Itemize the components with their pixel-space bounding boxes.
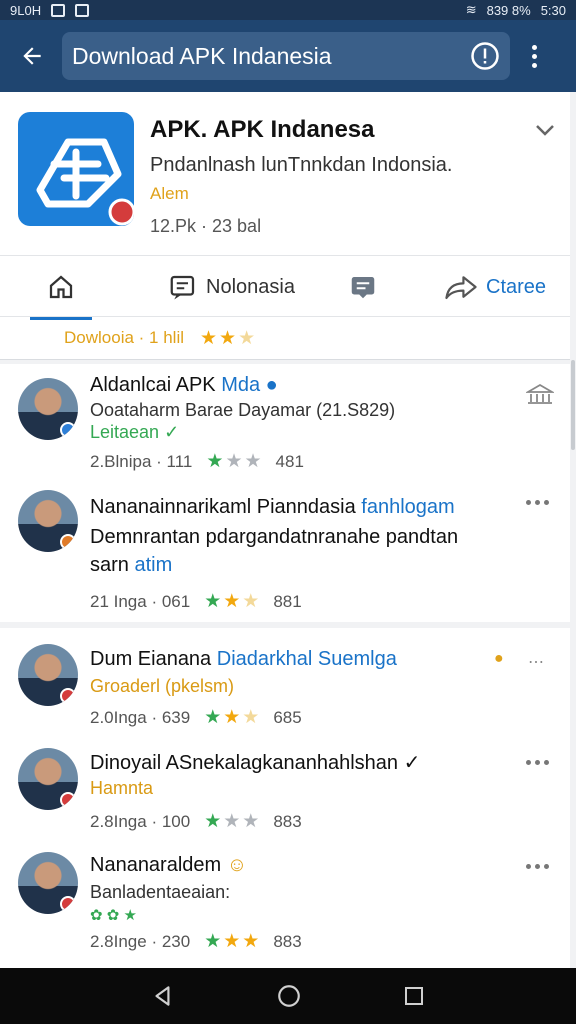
tab-share[interactable]: Ctaree [444,256,546,318]
notification-icon [51,3,66,17]
post-meta: 2.Blnipa · 111 ★ ★ ★ 481 [90,451,304,472]
app-bar: Download APK Indanesia [0,20,576,92]
verified-icon: ● [265,374,278,396]
post-title: Dum Eianana Diadarkhal Suemlga [90,648,397,670]
message-icon [351,277,375,299]
tab-label: Ctaree [486,275,547,298]
back-nav-icon[interactable] [150,983,176,1009]
app-tag: Alem [150,184,189,203]
avatar [18,748,78,810]
more-options-icon[interactable] [526,752,554,772]
info-icon[interactable] [470,41,500,71]
tab-messages[interactable] [348,256,378,318]
recents-nav-icon[interactable] [402,984,426,1008]
app-subtitle: Pndanlnash lunTnnkdan Indonsia. [150,154,453,176]
rating-stars: ★ ★ ★ [204,707,260,728]
news-icon [170,275,195,300]
avatar [18,378,78,440]
overflow-menu-icon[interactable] [518,36,550,76]
rating-stars: ★ ★ ★ [204,591,260,612]
more-options-icon[interactable] [526,856,554,876]
home-nav-icon[interactable] [276,983,302,1009]
badge-icon: ● [494,650,504,667]
post-tag: Leitaean ✓ [90,422,180,442]
status-bar: 9L0H ≋ 839 8% 5:30 [0,0,576,20]
rating-stars: ★ ★ ★ [200,327,256,349]
scrollbar[interactable] [571,360,575,450]
wifi-icon: ≋ [465,2,477,17]
battery-text: 839 8% [486,2,531,18]
status-left-text: 9L0H [10,2,42,18]
download-label: Dowlooia · 1 hlil [64,328,184,347]
more-options-icon[interactable]: ⋯ [528,652,544,672]
tab-nolonasia[interactable]: Nolonasia [168,256,295,318]
app-meta: 12.Pk · 23 bal [150,216,262,236]
tab-label: Nolonasia [206,275,295,298]
post-list-card: Aldanlcai APK Mda ● Ooataharm Barae Daya… [0,364,570,622]
more-options-icon[interactable] [526,492,554,512]
post-title: Dinoyail ASnekalagkananhahlshan ✓ [90,752,421,774]
app-notification-icon [75,3,90,17]
back-arrow-icon[interactable] [14,38,50,74]
url-text: Download APK Indanesia [72,42,332,69]
post-line: sarn atim [90,554,173,576]
avatar [18,644,78,706]
post-line: Ooataharm Barae Dayamar (21.S829) [90,400,396,420]
apk-logo-icon [18,112,134,226]
search-url-field[interactable]: Download APK Indanesia [62,32,510,80]
post-list-card: Dum Eianana Diadarkhal Suemlga Groaderl … [0,628,570,968]
home-icon [49,275,73,299]
tab-bar: Nolonasia Ctaree [0,255,570,320]
rating-stars: ★ ★ ★ [204,811,260,832]
bank-icon[interactable] [526,382,554,406]
rating-stars: ★ ★ ★ [204,931,260,952]
rating-strip: Dowlooia · 1 hlil ★ ★ ★ [0,318,570,358]
post-line: Hamnta [90,778,154,798]
emoji-icon: ☺ [226,854,248,876]
chevron-down-icon[interactable] [533,120,557,140]
post-meta: 2.8Inga · 100 ★ ★ ★ 883 [90,811,302,832]
system-nav-bar [0,968,576,1024]
app-info-card: APK. APK Indanesa Pndanlnash lunTnnkdan … [0,92,570,360]
post-line: Groaderl (pkelsm) [90,676,235,696]
app-title: APK. APK Indanesa [150,116,375,143]
post-title: Aldanlcai APK Mda ● [90,374,278,396]
post-tag: ✿ ✿ ★ [90,907,137,924]
avatar [18,852,78,914]
status-time: 5:30 [540,2,566,18]
post-meta: 2.0Inga · 639 ★ ★ ★ 685 [90,707,302,728]
post-line: Demnrantan pdargandatnranahe pandtan [90,526,459,548]
post-meta: 2.8Inge · 230 ★ ★ ★ 883 [90,931,302,952]
tab-home[interactable] [30,256,92,320]
avatar [18,490,78,552]
post-line: Banladentaeaian: [90,882,231,902]
post-title: Nananainnarikaml Pianndasia fanhlogam [90,496,455,518]
post-meta: 21 Inga · 061 ★ ★ ★ 881 [90,591,302,612]
rating-stars: ★ ★ ★ [206,451,262,472]
share-icon [445,276,477,300]
post-title: Nananaraldem ☺ [90,854,248,876]
